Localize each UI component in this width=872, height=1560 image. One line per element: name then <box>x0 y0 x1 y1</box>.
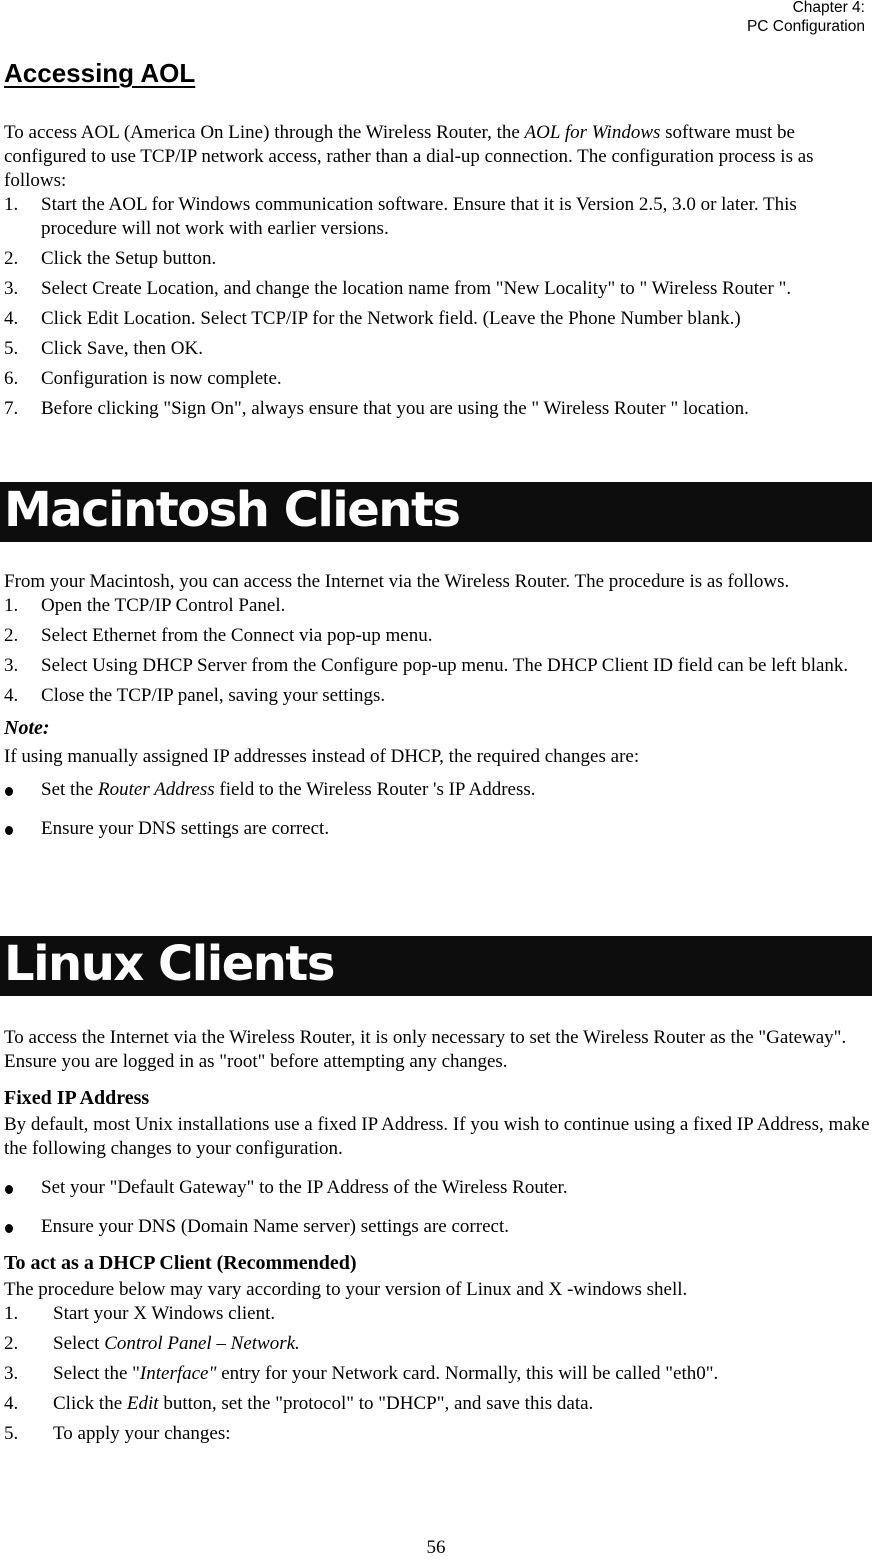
bullet-item: Set the Router Address field to the Wire… <box>4 778 870 802</box>
list-item: 2. Click the Setup button. <box>4 248 217 269</box>
bullet-item: Set your "Default Gateway" to the IP Add… <box>4 1176 870 1200</box>
note-label: Note: <box>4 717 50 739</box>
aol-section: To access AOL (America On Line) through … <box>4 121 870 421</box>
mac-intro: From your Macintosh, you can access the … <box>4 571 790 592</box>
list-item: 3. Select the "Interface" entry for your … <box>4 1363 719 1384</box>
list-item: 1. Start your X Windows client. <box>4 1303 276 1324</box>
fixed-ip-heading: Fixed IP Address <box>4 1087 150 1109</box>
page-number: 56 <box>426 1537 446 1558</box>
macintosh-section: From your Macintosh, you can access the … <box>4 570 870 841</box>
list-item: 3. Select Using DHCP Server from the Conf… <box>4 655 849 676</box>
list-item: 1. Start the AOL for Windows communicatio… <box>4 194 797 239</box>
linux-root-note: Ensure you are logged in as "root" befor… <box>4 1051 508 1072</box>
list-item: 4. Click Edit Location. Select TCP/IP for… <box>4 308 741 329</box>
chapter-section: PC Configuration <box>746 18 865 35</box>
page-header: Chapter 4: PC Configuration <box>747 0 865 36</box>
list-item: 6. Configuration is now complete. <box>4 368 282 389</box>
list-item: 1. Open the TCP/IP Control Panel. <box>4 595 286 616</box>
macintosh-heading: Macintosh Clients <box>4 482 461 538</box>
list-item: 5. To apply your changes: <box>4 1423 231 1444</box>
fixed-ip-text: By default, most Unix installations use … <box>4 1114 870 1159</box>
list-item: 3. Select Create Location, and change the… <box>4 278 792 299</box>
list-item: 7. Before clicking "Sign On", always ensu… <box>4 398 749 419</box>
bullet-icon <box>5 787 13 796</box>
bullet-icon <box>5 1224 13 1233</box>
chapter-label: Chapter 4: <box>792 0 865 16</box>
list-item: 4. Click the Edit button, set the "protoc… <box>4 1393 594 1414</box>
aol-intro: To access AOL (America On Line) through … <box>4 122 814 191</box>
bullet-item: Ensure your DNS (Domain Name server) set… <box>4 1215 870 1239</box>
list-item: 4. Close the TCP/IP panel, saving your se… <box>4 685 386 706</box>
linux-section: To access the Internet via the Wireless … <box>4 1026 870 1446</box>
bullet-item: Ensure your DNS settings are correct. <box>4 817 870 841</box>
aol-heading: Accessing AOL <box>4 58 196 88</box>
list-item: 5. Click Save, then OK. <box>4 338 204 359</box>
linux-intro: To access the Internet via the Wireless … <box>4 1027 847 1048</box>
linux-heading-band: Linux Clients <box>0 936 872 996</box>
dhcp-intro: The procedure below may vary according t… <box>4 1279 688 1300</box>
macintosh-heading-band: Macintosh Clients <box>0 482 872 542</box>
linux-heading: Linux Clients <box>4 936 335 992</box>
bullet-icon <box>5 826 13 835</box>
dhcp-heading: To act as a DHCP Client (Recommended) <box>4 1252 357 1274</box>
list-item: 2. Select Ethernet from the Connect via p… <box>4 625 433 646</box>
note-text: If using manually assigned IP addresses … <box>4 746 640 767</box>
list-item: 2. Select Control Panel – Network. <box>4 1333 300 1354</box>
bullet-icon <box>5 1185 13 1194</box>
